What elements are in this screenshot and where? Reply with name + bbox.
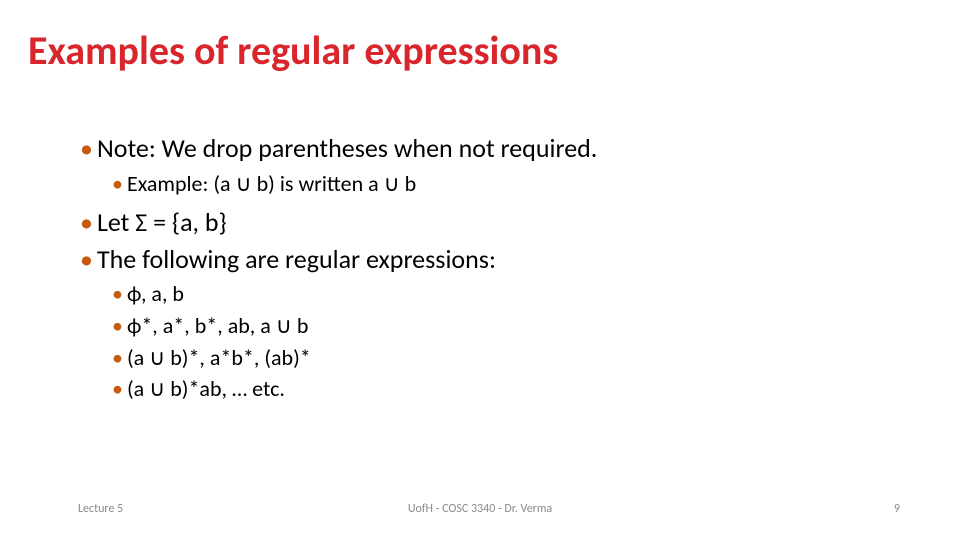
text-regex-3: (a ∪ b)*, a*b*, (ab)* [127,344,311,371]
subbullet-regex-4: •(a ∪ b)*ab, … etc. [80,374,932,404]
text-example: Example: (a ∪ b) is written a ∪ b [127,170,416,197]
bullet-icon: • [112,280,123,307]
slide: Examples of regular expressions •Note: W… [0,0,960,540]
bullet-icon: • [80,206,93,238]
bullet-let-sigma: •Let Σ = {a, b} [80,206,932,239]
bullet-icon: • [80,243,93,275]
footer-center: UofH - COSC 3340 - Dr. Verma [408,502,552,516]
footer: Lecture 5 UofH - COSC 3340 - Dr. Verma 9 [0,502,960,516]
bullet-icon: • [112,170,123,197]
bullet-icon: • [112,312,123,339]
subbullet-regex-1: •ϕ, a, b [80,279,932,309]
text-following: The following are regular expressions: [97,243,496,275]
footer-page-number: 9 [894,502,900,516]
text-regex-1: ϕ, a, b [127,280,184,307]
text-regex-2: ϕ*, a*, b*, ab, a ∪ b [127,312,308,339]
text-let-sigma: Let Σ = {a, b} [97,206,227,238]
text-regex-4: (a ∪ b)*ab, … etc. [127,375,285,402]
subbullet-regex-3: •(a ∪ b)*, a*b*, (ab)* [80,343,932,373]
footer-left: Lecture 5 [78,502,123,516]
subbullet-example: •Example: (a ∪ b) is written a ∪ b [80,169,932,199]
bullet-following: •The following are regular expressions: [80,243,932,276]
slide-content: •Note: We drop parentheses when not requ… [28,132,932,404]
bullet-icon: • [80,132,93,164]
subbullet-regex-2: •ϕ*, a*, b*, ab, a ∪ b [80,311,932,341]
bullet-icon: • [112,375,123,402]
text-note: Note: We drop parentheses when not requi… [97,132,597,164]
bullet-icon: • [112,344,123,371]
slide-title: Examples of regular expressions [28,30,932,72]
bullet-note: •Note: We drop parentheses when not requ… [80,132,932,165]
